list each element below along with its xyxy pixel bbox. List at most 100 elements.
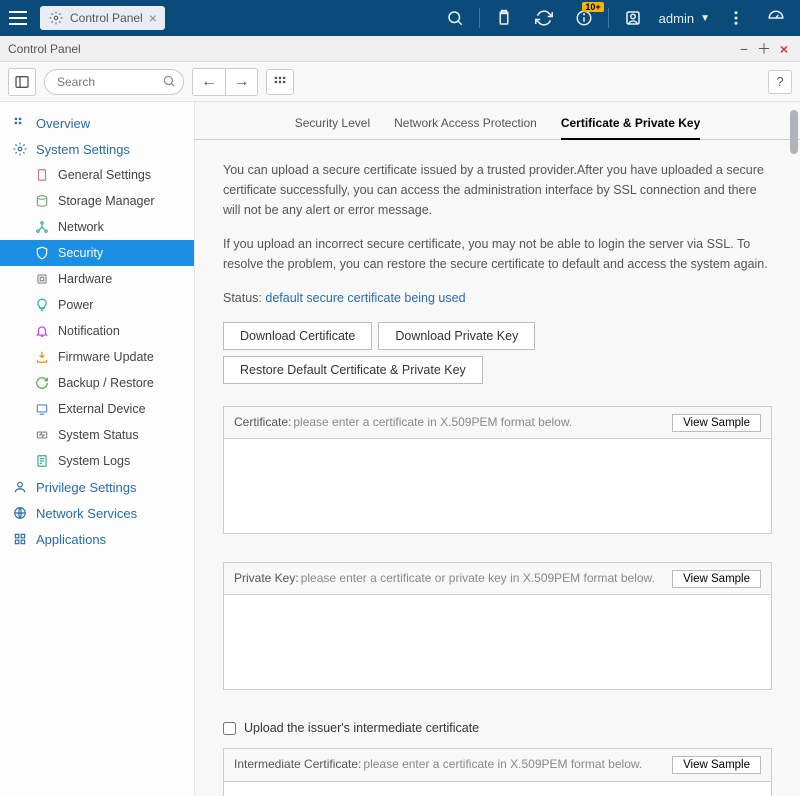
content-area: Security Level Network Access Protection… [195, 102, 800, 796]
field-hint: please enter a certificate in X.509PEM f… [363, 755, 642, 774]
tab-network-access-protection[interactable]: Network Access Protection [394, 116, 537, 139]
dashboard-icon[interactable] [762, 4, 790, 32]
sidebar-item-label: Network [58, 220, 104, 234]
tab-certificate-private-key[interactable]: Certificate & Private Key [561, 116, 700, 140]
info-icon[interactable]: 10+ [570, 4, 598, 32]
sidebar-item-applications[interactable]: Applications [0, 526, 194, 552]
field-label: Intermediate Certificate: [234, 755, 361, 774]
tabs: Security Level Network Access Protection… [195, 102, 800, 140]
sidebar: Overview System Settings General Setting… [0, 102, 195, 796]
sidebar-item-external-device[interactable]: External Device [0, 396, 194, 422]
person-icon [12, 479, 28, 495]
refresh-icon[interactable] [530, 4, 558, 32]
download-private-key-button[interactable]: Download Private Key [378, 322, 535, 350]
sidebar-item-label: External Device [58, 402, 146, 416]
sidebar-item-network[interactable]: Network [0, 214, 194, 240]
clipboard-icon[interactable] [490, 4, 518, 32]
intro-text-1: You can upload a secure certificate issu… [223, 160, 772, 220]
view-sample-button[interactable]: View Sample [672, 570, 761, 588]
panel: You can upload a secure certificate issu… [195, 140, 800, 796]
sidebar-item-general-settings[interactable]: General Settings [0, 162, 194, 188]
sidebar-item-label: Backup / Restore [58, 376, 154, 390]
field-label: Certificate: [234, 413, 291, 432]
sidebar-item-storage-manager[interactable]: Storage Manager [0, 188, 194, 214]
tab-label: Control Panel [70, 11, 143, 25]
close-button[interactable]: × [776, 41, 792, 57]
menu-icon[interactable] [4, 4, 32, 32]
divider [608, 8, 609, 28]
search-icon[interactable] [441, 4, 469, 32]
status-value-link[interactable]: default secure certificate being used [265, 291, 465, 305]
download-certificate-button[interactable]: Download Certificate [223, 322, 372, 350]
private-key-field: Private Key: please enter a certificate … [223, 562, 772, 696]
help-button[interactable]: ? [768, 70, 792, 94]
update-icon [34, 349, 50, 365]
sidebar-item-overview[interactable]: Overview [0, 110, 194, 136]
scrollbar[interactable] [788, 102, 798, 796]
forward-button[interactable]: → [225, 69, 257, 95]
sidebar-item-label: System Logs [58, 454, 130, 468]
certificate-field: Certificate: please enter a certificate … [223, 406, 772, 540]
sidebar-item-security[interactable]: Security [0, 240, 194, 266]
close-icon[interactable]: × [149, 10, 157, 26]
window-tab[interactable]: Control Panel × [40, 6, 165, 30]
nav-arrows: ← → [192, 68, 258, 96]
disk-icon [34, 193, 50, 209]
shield-icon [34, 245, 50, 261]
sidebar-toggle[interactable] [8, 68, 36, 96]
bulb-icon [34, 297, 50, 313]
sidebar-item-label: Hardware [58, 272, 112, 286]
apps-icon [12, 531, 28, 547]
device-icon [34, 401, 50, 417]
backup-icon [34, 375, 50, 391]
sidebar-item-privilege-settings[interactable]: Privilege Settings [0, 474, 194, 500]
sidebar-item-system-logs[interactable]: System Logs [0, 448, 194, 474]
search-icon [162, 74, 176, 93]
search-box [44, 69, 184, 95]
sidebar-item-hardware[interactable]: Hardware [0, 266, 194, 292]
user-icon[interactable] [619, 4, 647, 32]
sidebar-item-label: General Settings [58, 168, 151, 182]
gear-icon [48, 10, 64, 26]
user-menu[interactable]: admin ▼ [653, 11, 716, 26]
intermediate-checkbox[interactable] [223, 722, 236, 735]
sidebar-item-notification[interactable]: Notification [0, 318, 194, 344]
sidebar-item-label: Overview [36, 116, 90, 131]
view-sample-button[interactable]: View Sample [672, 756, 761, 774]
sidebar-item-label: Power [58, 298, 93, 312]
maximize-button[interactable]: ＋ [756, 41, 772, 57]
minimize-button[interactable]: − [736, 41, 752, 57]
sidebar-item-system-settings[interactable]: System Settings [0, 136, 194, 162]
scrollbar-thumb[interactable] [790, 110, 798, 154]
field-hint: please enter a certificate or private ke… [301, 569, 655, 588]
more-icon[interactable] [722, 4, 750, 32]
overview-icon [12, 115, 28, 131]
certificate-textarea[interactable] [223, 438, 772, 534]
status-line: Status: default secure certificate being… [223, 288, 772, 308]
restore-default-button[interactable]: Restore Default Certificate & Private Ke… [223, 356, 483, 384]
sidebar-item-system-status[interactable]: System Status [0, 422, 194, 448]
private-key-textarea[interactable] [223, 594, 772, 690]
back-button[interactable]: ← [193, 69, 225, 95]
app-top-bar: Control Panel × 10+ admin ▼ [0, 0, 800, 36]
intermediate-checkbox-row[interactable]: Upload the issuer's intermediate certifi… [223, 718, 772, 738]
sidebar-item-power[interactable]: Power [0, 292, 194, 318]
sidebar-item-backup-restore[interactable]: Backup / Restore [0, 370, 194, 396]
chevron-down-icon: ▼ [700, 13, 710, 24]
sidebar-item-label: Notification [58, 324, 120, 338]
view-sample-button[interactable]: View Sample [672, 414, 761, 432]
intermediate-textarea[interactable] [223, 781, 772, 796]
intro-text-2: If you upload an incorrect secure certif… [223, 234, 772, 274]
divider [479, 8, 480, 28]
sidebar-item-network-services[interactable]: Network Services [0, 500, 194, 526]
sidebar-item-firmware-update[interactable]: Firmware Update [0, 344, 194, 370]
tab-security-level[interactable]: Security Level [295, 116, 370, 139]
toolbar: ← → ? [0, 62, 800, 102]
window-title: Control Panel [8, 42, 81, 56]
globe-icon [12, 505, 28, 521]
logs-icon [34, 453, 50, 469]
sidebar-item-label: Firmware Update [58, 350, 154, 364]
network-icon [34, 219, 50, 235]
grid-view-button[interactable] [266, 69, 294, 95]
sidebar-item-label: Security [58, 246, 103, 260]
